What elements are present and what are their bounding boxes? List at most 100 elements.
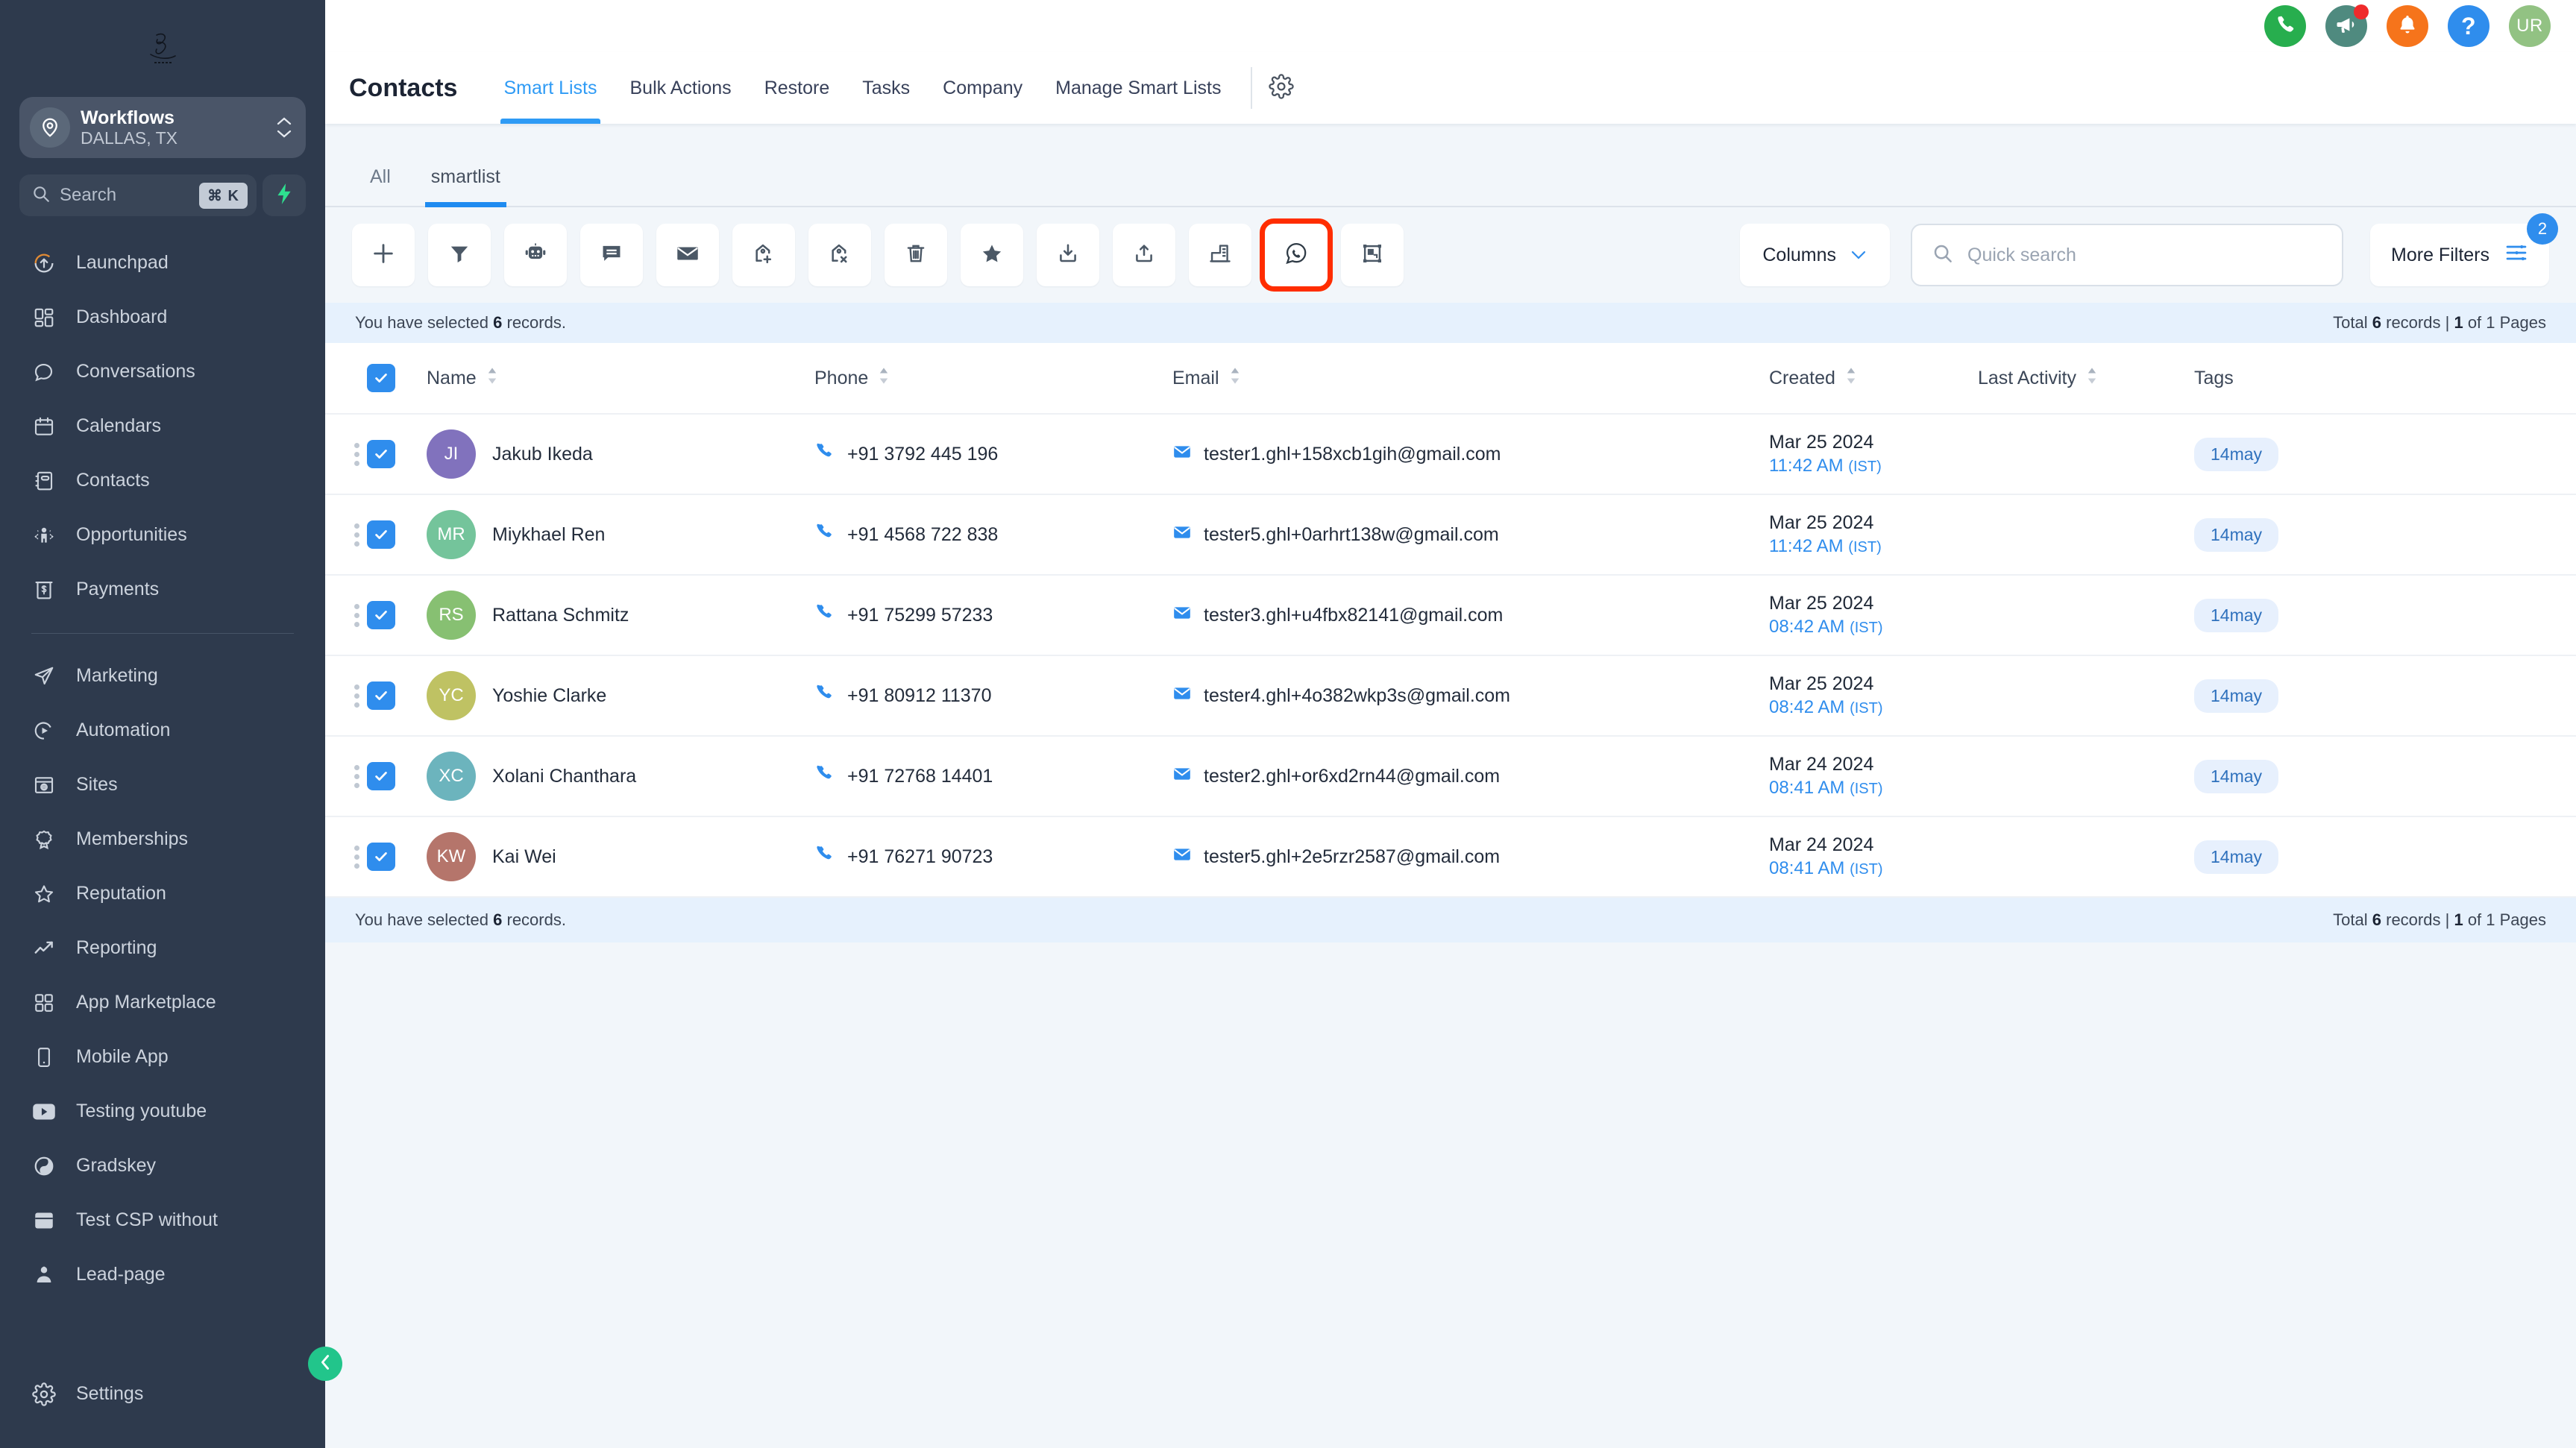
table-row[interactable]: XC Xolani Chanthara +91 72768 14401 tester2… (325, 736, 2576, 817)
notification-dot (2354, 4, 2369, 19)
more-filters-button[interactable]: More Filters 2 (2370, 213, 2558, 286)
bot-button[interactable] (504, 224, 567, 286)
th-created[interactable]: Created (1769, 343, 1978, 415)
sidebar-item-payments[interactable]: Payments (0, 562, 325, 617)
sidebar-item-lead-page[interactable]: Lead-page (0, 1247, 325, 1302)
tag-badge[interactable]: 14may (2194, 517, 2279, 552)
th-phone[interactable]: Phone (814, 343, 1172, 415)
filter-button[interactable] (428, 224, 491, 286)
table-row[interactable]: JI Jakub Ikeda +91 3792 445 196 tester1.ghl… (325, 414, 2576, 495)
contact-name[interactable]: Rattana Schmitz (492, 605, 629, 626)
export-button[interactable] (1113, 224, 1175, 286)
tab-tasks[interactable]: Tasks (846, 52, 926, 124)
sidebar-collapse-button[interactable] (308, 1347, 342, 1381)
row-menu-icon[interactable] (346, 845, 367, 869)
contact-name[interactable]: Kai Wei (492, 846, 556, 868)
row-tags-cell: 14may (2194, 816, 2576, 898)
row-checkbox[interactable] (367, 520, 395, 549)
row-menu-icon[interactable] (346, 523, 367, 547)
table-row[interactable]: YC Yoshie Clarke +91 80912 11370 tester4.gh… (325, 655, 2576, 737)
sidebar-item-opportunities[interactable]: Opportunities (0, 508, 325, 562)
tag-badge[interactable]: 14may (2194, 840, 2279, 874)
sidebar-item-settings[interactable]: Settings (0, 1367, 325, 1421)
chevron-left-icon (318, 1353, 333, 1375)
row-checkbox[interactable] (367, 762, 395, 790)
page-suffix: of 1 Pages (2467, 313, 2546, 332)
table-row[interactable]: KW Kai Wei +91 76271 90723 tester5.ghl+2e5r… (325, 816, 2576, 898)
sidebar-item-launchpad[interactable]: Launchpad (0, 236, 325, 290)
quick-search-box[interactable] (1911, 224, 2344, 286)
row-handle-cell (325, 816, 367, 898)
row-checkbox[interactable] (367, 681, 395, 710)
row-menu-icon[interactable] (346, 684, 367, 708)
sidebar-item-mobile-app[interactable]: Mobile App (0, 1030, 325, 1084)
notifications-button[interactable] (2387, 5, 2428, 47)
sidebar-item-automation[interactable]: Automation (0, 703, 325, 758)
contact-name[interactable]: Yoshie Clarke (492, 685, 606, 707)
table-row[interactable]: RS Rattana Schmitz +91 75299 57233 tester3.… (325, 575, 2576, 656)
th-last-activity[interactable]: Last Activity (1978, 343, 2194, 415)
contact-name[interactable]: Xolani Chanthara (492, 766, 636, 787)
th-name[interactable]: Name (427, 343, 814, 415)
download-tray-icon (1056, 242, 1080, 269)
row-checkbox[interactable] (367, 601, 395, 629)
contact-name[interactable]: Miykhael Ren (492, 524, 605, 546)
company-button[interactable] (1189, 224, 1251, 286)
remove-tag-button[interactable] (808, 224, 871, 286)
sidebar-item-memberships[interactable]: Memberships (0, 812, 325, 866)
avatar[interactable]: UR (2509, 5, 2551, 47)
tag-badge[interactable]: 14may (2194, 437, 2279, 471)
row-menu-icon[interactable] (346, 764, 367, 788)
favorite-button[interactable] (961, 224, 1023, 286)
sidebar-item-testing-youtube[interactable]: Testing youtube (0, 1084, 325, 1139)
table-row[interactable]: MR Miykhael Ren +91 4568 722 838 tester5.gh… (325, 494, 2576, 576)
tab-manage-smart-lists[interactable]: Manage Smart Lists (1039, 52, 1237, 124)
announcements-button[interactable] (2325, 4, 2369, 47)
contact-name[interactable]: Jakub Ikeda (492, 444, 593, 465)
tab-smart-lists[interactable]: Smart Lists (487, 52, 613, 124)
th-email[interactable]: Email (1172, 343, 1769, 415)
tab-bulk-actions[interactable]: Bulk Actions (614, 52, 748, 124)
location-switcher[interactable]: Workflows DALLAS, TX (19, 97, 306, 158)
row-checkbox[interactable] (367, 440, 395, 468)
sidebar-item-dashboard[interactable]: Dashboard (0, 290, 325, 344)
row-checkbox[interactable] (367, 843, 395, 871)
sms-button[interactable] (580, 224, 643, 286)
add-tag-button[interactable] (732, 224, 795, 286)
quick-search-input[interactable] (1967, 244, 2323, 266)
sidebar-item-marketing[interactable]: Marketing (0, 649, 325, 703)
created-time: 11:42 AM (1769, 535, 1844, 556)
tag-badge[interactable]: 14may (2194, 679, 2279, 713)
sidebar-item-sites[interactable]: Sites (0, 758, 325, 812)
sidebar-item-app-marketplace[interactable]: App Marketplace (0, 975, 325, 1030)
tag-badge[interactable]: 14may (2194, 759, 2279, 793)
tag-badge[interactable]: 14may (2194, 598, 2279, 632)
tab-company[interactable]: Company (926, 52, 1039, 124)
sidebar-item-reporting[interactable]: Reporting (0, 921, 325, 975)
workflow-button[interactable] (1341, 224, 1404, 286)
columns-button[interactable]: Columns (1740, 224, 1891, 286)
phone-button[interactable] (2264, 5, 2306, 47)
delete-button[interactable] (885, 224, 947, 286)
sidebar-item-calendars[interactable]: Calendars (0, 399, 325, 453)
subtab-smartlist[interactable]: smartlist (415, 166, 517, 207)
sidebar-item-gradskey[interactable]: Gradskey (0, 1139, 325, 1193)
header-settings-button[interactable] (1269, 73, 1295, 103)
whatsapp-button[interactable] (1260, 218, 1333, 292)
row-menu-icon[interactable] (346, 603, 367, 627)
quick-action-bolt-button[interactable] (263, 174, 306, 216)
sidebar-item-test-csp-without[interactable]: Test CSP without (0, 1193, 325, 1247)
row-menu-icon[interactable] (346, 442, 367, 466)
sidebar-item-conversations[interactable]: Conversations (0, 344, 325, 399)
tab-restore[interactable]: Restore (748, 52, 846, 124)
email-button[interactable] (656, 224, 719, 286)
search-input[interactable]: Search ⌘ K (19, 174, 257, 216)
select-all-checkbox[interactable] (367, 364, 395, 392)
import-button[interactable] (1037, 224, 1099, 286)
sidebar-item-reputation[interactable]: Reputation (0, 866, 325, 921)
contacts-book-icon (31, 468, 57, 494)
subtab-all[interactable]: All (354, 166, 407, 206)
sidebar-item-contacts[interactable]: Contacts (0, 453, 325, 508)
help-button[interactable]: ? (2448, 5, 2489, 47)
add-contact-button[interactable] (352, 224, 415, 286)
